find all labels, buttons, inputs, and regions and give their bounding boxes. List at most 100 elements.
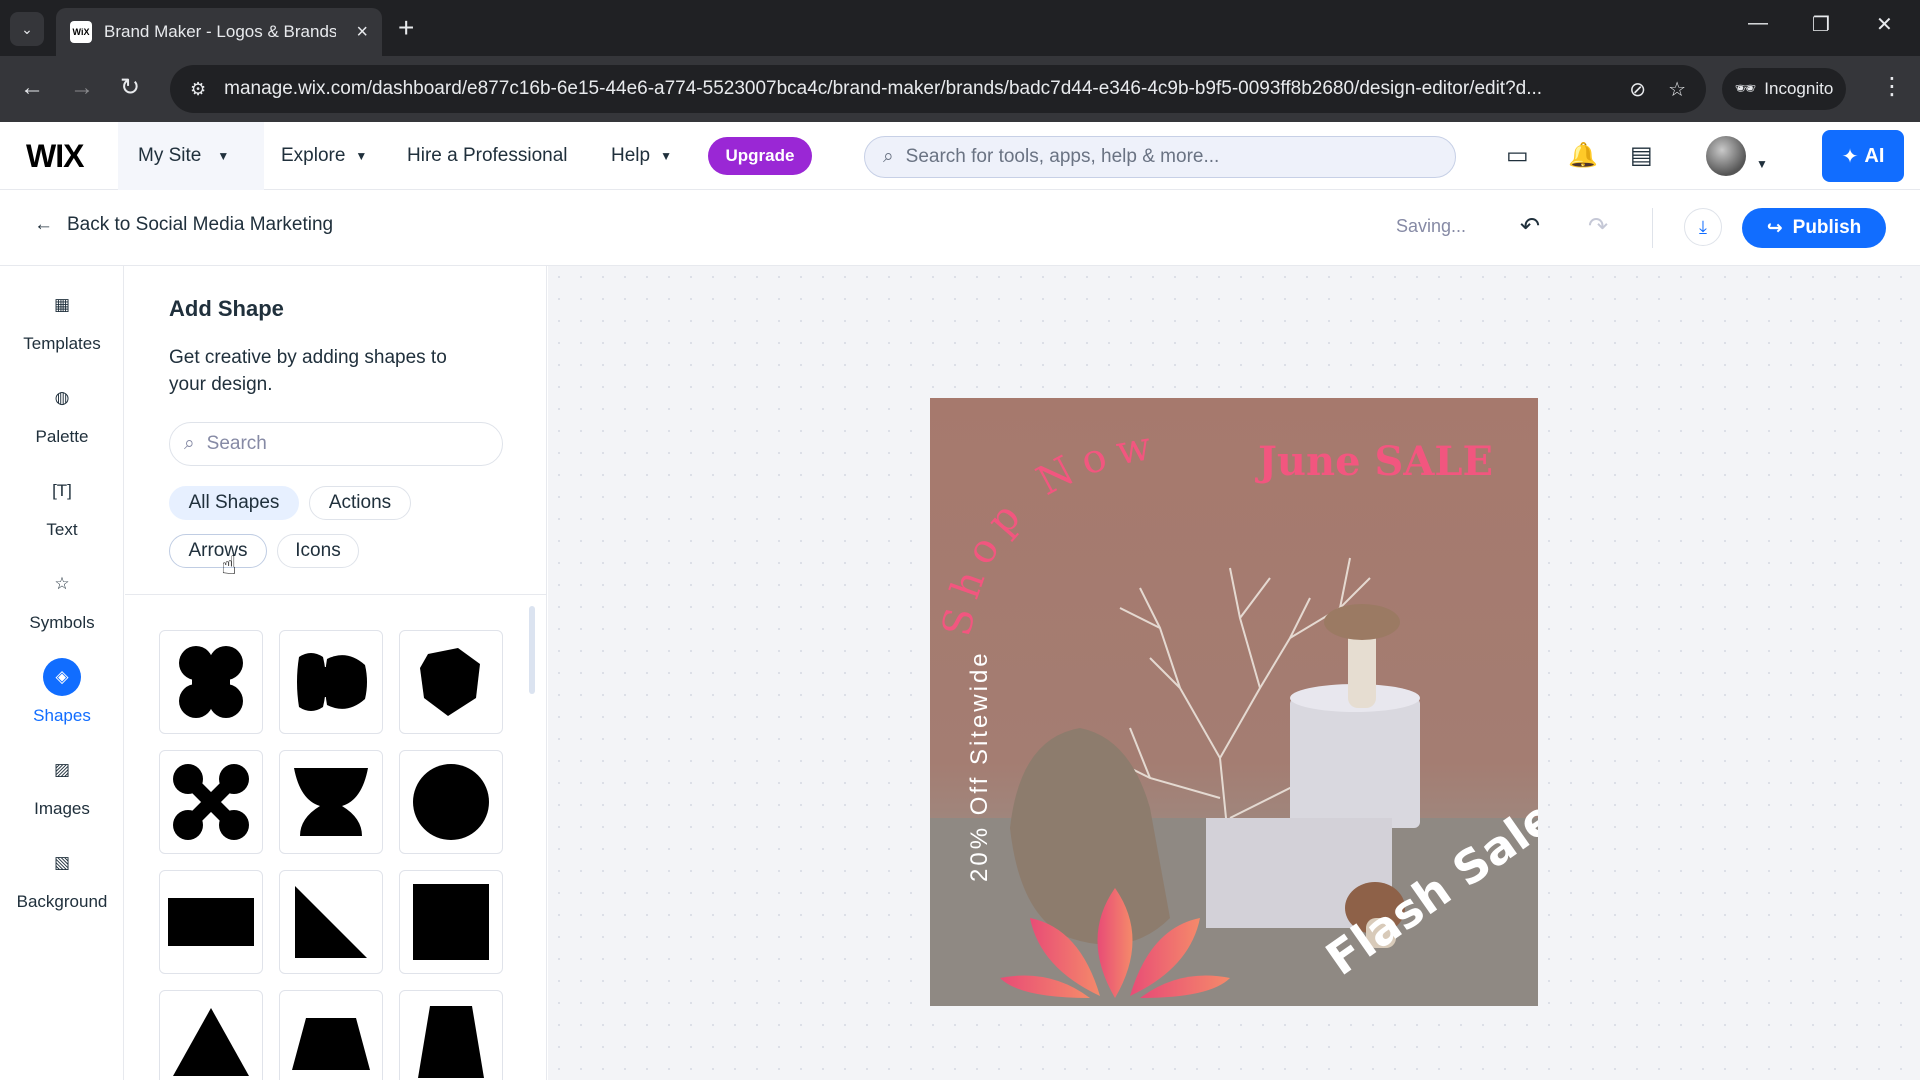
arc-text: Shop Now [934, 422, 1154, 640]
sparkle-icon: ✦ [1841, 145, 1859, 168]
shape-tile-triangle[interactable] [159, 990, 263, 1080]
chevron-down-icon: ▼ [355, 149, 368, 163]
explore-label: Explore [281, 145, 346, 166]
june-sale-headline: June SALE [1258, 438, 1493, 485]
filter-icons[interactable]: Icons [277, 534, 359, 568]
filter-actions[interactable]: Actions [309, 486, 411, 520]
tab-search-button[interactable]: ⌄ [10, 12, 44, 46]
account-chevron-down-icon[interactable]: ▼ [1756, 150, 1768, 178]
rail-label-symbols: Symbols [29, 613, 95, 632]
toolbar-divider [1652, 208, 1653, 248]
shape-tile-cross-blob[interactable] [159, 750, 263, 854]
sale-design[interactable]: Shop Now June SALE 20% Off Sitewide Flas… [930, 398, 1538, 1006]
news-feed-icon[interactable]: ▤ [1630, 142, 1653, 170]
shape-tile-trapezoid[interactable] [279, 990, 383, 1080]
window-close-icon[interactable]: ✕ [1876, 12, 1893, 37]
incognito-label: Incognito [1764, 79, 1834, 98]
incognito-badge[interactable]: 🕶 Incognito [1722, 68, 1846, 110]
tall-trapezoid-icon [418, 1006, 484, 1078]
rectangle-icon [168, 898, 254, 946]
hire-professional-link[interactable]: Hire a Professional [407, 122, 568, 190]
rounded-pair-icon [297, 653, 367, 711]
background-icon: ▧ [53, 853, 71, 872]
header-search-placeholder: Search for tools, apps, help & more... [905, 146, 1220, 167]
rail-item-templates[interactable]: ▦ Templates [0, 286, 124, 378]
shape-tile-square[interactable] [399, 870, 503, 974]
rail-label-templates: Templates [23, 334, 101, 353]
panel-title: Add Shape [169, 296, 284, 321]
chat-icon[interactable]: ▭ [1506, 142, 1529, 170]
rail-label-palette: Palette [35, 427, 89, 446]
browser-address-bar: ← → ↻ ⚙ manage.wix.com/dashboard/e877c16… [0, 56, 1920, 122]
filter-all-shapes[interactable]: All Shapes [169, 486, 299, 520]
help-label: Help [611, 145, 651, 166]
chevron-down-icon: ▼ [217, 149, 230, 163]
shop-now-text: Shop Now [934, 422, 1164, 640]
save-status: Saving... [1396, 216, 1467, 236]
back-to-social-link[interactable]: ← Back to Social Media Marketing [34, 214, 333, 236]
shape-tile-goblet[interactable] [279, 750, 383, 854]
upgrade-button[interactable]: Upgrade [708, 137, 812, 175]
tab-close-icon[interactable]: × [356, 21, 368, 44]
back-link-label: Back to Social Media Marketing [67, 214, 334, 235]
rail-item-symbols[interactable]: ☆ Symbols [0, 565, 124, 657]
rail-item-images[interactable]: ▨ Images [0, 751, 124, 843]
rail-item-text[interactable]: [T] Text [0, 472, 124, 564]
shape-tile-tall-trapezoid[interactable] [399, 990, 503, 1080]
bookmark-star-icon[interactable]: ☆ [1668, 77, 1686, 102]
right-triangle-icon [295, 886, 367, 958]
reload-icon[interactable]: ↻ [120, 74, 140, 102]
templates-icon: ▦ [53, 295, 71, 314]
shape-tile-right-triangle[interactable] [279, 870, 383, 974]
notifications-bell-icon[interactable]: 🔔 [1568, 142, 1598, 170]
wix-logo[interactable]: WIX [26, 138, 84, 175]
my-site-menu[interactable]: My Site ▼ [118, 122, 264, 190]
add-shape-panel: Add Shape Get creative by adding shapes … [125, 266, 547, 1080]
minimize-icon[interactable]: — [1748, 12, 1768, 35]
shape-search-input[interactable]: ⌕ Search [169, 422, 503, 466]
shape-tile-circle[interactable] [399, 750, 503, 854]
wix-top-bar: WIX My Site ▼ Explore ▼ Hire a Professio… [0, 122, 1920, 190]
publish-label: Publish [1792, 217, 1862, 238]
filter-arrows[interactable]: Arrows [169, 534, 267, 568]
shape-tile-blob-quatrefoil[interactable] [159, 630, 263, 734]
omnibox[interactable]: ⚙ manage.wix.com/dashboard/e877c16b-6e15… [170, 65, 1706, 113]
trapezoid-icon [292, 1018, 370, 1070]
ai-button[interactable]: ✦ AI [1822, 130, 1904, 182]
forward-arrow-icon[interactable]: → [70, 74, 94, 102]
circle-icon [413, 764, 489, 840]
publish-button[interactable]: ↪ Publish [1742, 208, 1886, 248]
download-icon[interactable]: ⤓ [1684, 208, 1722, 246]
shape-tile-rectangle[interactable] [159, 870, 263, 974]
undo-icon[interactable]: ↶ [1520, 212, 1540, 241]
avatar[interactable] [1706, 136, 1746, 176]
shape-tile-rounded-pair[interactable] [279, 630, 383, 734]
rail-item-shapes[interactable]: ◈ Shapes [0, 658, 124, 750]
eye-off-icon[interactable]: ⊘ [1629, 77, 1646, 102]
help-menu[interactable]: Help ▼ [611, 122, 672, 190]
redo-icon[interactable]: ↷ [1588, 212, 1608, 241]
image-icon: ▨ [53, 760, 71, 779]
incognito-icon: 🕶 [1734, 79, 1757, 98]
rail-label-text: Text [46, 520, 78, 539]
shape-tile-irregular-polygon[interactable] [399, 630, 503, 734]
site-info-icon[interactable]: ⚙ [190, 79, 206, 100]
browser-menu-icon[interactable]: ⋮ [1880, 72, 1904, 101]
explore-menu[interactable]: Explore ▼ [281, 122, 367, 190]
blob-quatrefoil-icon [179, 646, 243, 718]
side-discount-text: 20% Off Sitewide [966, 650, 993, 882]
search-icon: ⌕ [184, 433, 195, 454]
rail-item-background[interactable]: ▧ Background [0, 844, 124, 936]
square-icon [413, 884, 489, 960]
rail-item-palette[interactable]: ◍ Palette [0, 379, 124, 471]
panel-scrollbar[interactable] [529, 606, 535, 694]
new-tab-plus-icon[interactable]: + [398, 12, 414, 44]
back-arrow-icon[interactable]: ← [20, 74, 44, 102]
text-icon: [T] [52, 481, 72, 500]
chevron-down-icon: ▼ [660, 149, 672, 163]
header-search-input[interactable]: ⌕ Search for tools, apps, help & more... [864, 136, 1456, 178]
browser-tab[interactable]: WiX Brand Maker - Logos & Brands × [56, 8, 382, 56]
restore-icon[interactable]: ❐ [1812, 12, 1830, 37]
irregular-polygon-icon [420, 648, 480, 716]
url-text[interactable]: manage.wix.com/dashboard/e877c16b-6e15-4… [224, 78, 1607, 100]
